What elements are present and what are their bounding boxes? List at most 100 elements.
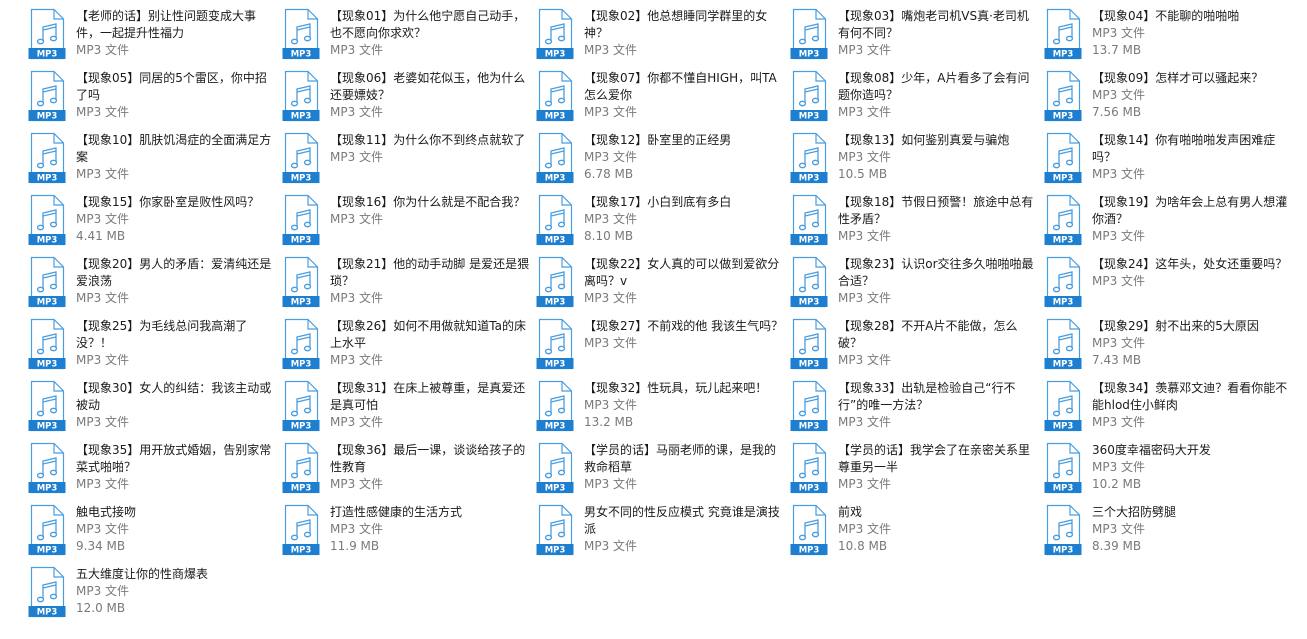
mp3-file-icon: MP3 bbox=[28, 256, 66, 308]
file-item[interactable]: MP3 【现象36】最后一课，谈谈给孩子的性教育 MP3 文件 bbox=[282, 442, 532, 502]
file-item[interactable]: MP3 【现象31】在床上被尊重，是真爱还是真可怕 MP3 文件 bbox=[282, 380, 532, 440]
file-item[interactable]: MP3 五大维度让你的性商爆表 MP3 文件 12.0 MB bbox=[28, 566, 278, 626]
file-item[interactable]: MP3 【老师的话】别让性问题变成大事件，一起提升性福力 MP3 文件 bbox=[28, 8, 278, 68]
file-item[interactable]: MP3 【现象24】这年头，处女还重要吗？ MP3 文件 bbox=[1044, 256, 1294, 316]
file-item[interactable]: MP3 【现象30】女人的纠结：我该主动或被动 MP3 文件 bbox=[28, 380, 278, 440]
file-name: 【现象27】不前戏的他 我该生气吗？ bbox=[584, 319, 784, 333]
file-name: 【现象33】出轨是检验自己“行不行”的唯一方法？ bbox=[838, 381, 1016, 412]
file-type: MP3 文件 bbox=[1092, 229, 1146, 243]
file-item[interactable]: MP3 【现象27】不前戏的他 我该生气吗？ MP3 文件 bbox=[536, 318, 786, 378]
file-type: MP3 文件 bbox=[584, 398, 638, 412]
file-item[interactable]: MP3 360度幸福密码大开发 MP3 文件 10.2 MB bbox=[1044, 442, 1294, 502]
file-item[interactable]: MP3 【现象26】如何不用做就知道Ta的床上水平 MP3 文件 bbox=[282, 318, 532, 378]
file-item[interactable]: MP3 男女不同的性反应模式 究竟谁是演技派 MP3 文件 bbox=[536, 504, 786, 564]
file-meta: 【现象24】这年头，处女还重要吗？ MP3 文件 bbox=[1092, 256, 1292, 290]
mp3-file-icon: MP3 bbox=[282, 504, 320, 556]
file-name: 【现象11】为什么你不到终点就软了 bbox=[330, 133, 526, 147]
file-item[interactable]: MP3 【现象22】女人真的可以做到爱欲分离吗？v MP3 文件 bbox=[536, 256, 786, 316]
file-size: 10.8 MB bbox=[838, 539, 888, 553]
mp3-badge-label: MP3 bbox=[799, 236, 820, 246]
file-item[interactable]: MP3 【现象19】为啥年会上总有男人想灌你酒？ MP3 文件 bbox=[1044, 194, 1294, 254]
file-item[interactable]: MP3 【现象09】怎样才可以骚起来？ MP3 文件 7.56 MB bbox=[1044, 70, 1294, 130]
file-item[interactable]: MP3 【现象28】不开A片不能做，怎么破？ MP3 文件 bbox=[790, 318, 1040, 378]
file-item[interactable]: MP3 【现象14】你有啪啪啪发声困难症吗？ MP3 文件 bbox=[1044, 132, 1294, 192]
file-item[interactable]: MP3 【现象20】男人的矛盾：爱清纯还是爱浪荡 MP3 文件 bbox=[28, 256, 278, 316]
mp3-badge-label: MP3 bbox=[291, 484, 312, 494]
mp3-badge-label: MP3 bbox=[1053, 546, 1074, 556]
mp3-file-icon: MP3 bbox=[536, 194, 574, 246]
file-item[interactable]: MP3 【现象08】少年，A片看多了会有问题你造吗？ MP3 文件 bbox=[790, 70, 1040, 130]
file-meta: 【现象08】少年，A片看多了会有问题你造吗？ MP3 文件 bbox=[838, 70, 1038, 121]
mp3-badge-label: MP3 bbox=[545, 360, 566, 370]
file-item[interactable]: MP3 【现象17】小白到底有多白 MP3 文件 8.10 MB bbox=[536, 194, 786, 254]
file-type: MP3 文件 bbox=[330, 522, 384, 536]
file-type: MP3 文件 bbox=[76, 353, 130, 367]
file-item[interactable]: MP3 触电式接吻 MP3 文件 9.34 MB bbox=[28, 504, 278, 564]
file-name: 【现象22】女人真的可以做到爱欲分离吗？v bbox=[584, 257, 780, 288]
file-item[interactable]: MP3 【现象25】为毛线总问我高潮了没？！ MP3 文件 bbox=[28, 318, 278, 378]
file-item[interactable]: MP3 【学员的话】我学会了在亲密关系里尊重另一半 MP3 文件 bbox=[790, 442, 1040, 502]
file-item[interactable]: MP3 【现象29】射不出来的5大原因 MP3 文件 7.43 MB bbox=[1044, 318, 1294, 378]
file-item[interactable]: MP3 打造性感健康的生活方式 MP3 文件 11.9 MB bbox=[282, 504, 532, 564]
file-meta: 【现象07】你都不懂自HIGH，叫TA怎么爱你 MP3 文件 bbox=[584, 70, 784, 121]
file-item[interactable]: MP3 三个大招防劈腿 MP3 文件 8.39 MB bbox=[1044, 504, 1294, 564]
file-item[interactable]: MP3 【现象03】嘴炮老司机VS真·老司机有何不同？ MP3 文件 bbox=[790, 8, 1040, 68]
mp3-badge-label: MP3 bbox=[799, 174, 820, 184]
file-item[interactable]: MP3 【现象07】你都不懂自HIGH，叫TA怎么爱你 MP3 文件 bbox=[536, 70, 786, 130]
mp3-file-icon: MP3 bbox=[28, 194, 66, 246]
mp3-file-icon: MP3 bbox=[1044, 442, 1082, 494]
file-item[interactable]: MP3 【现象34】羡慕邓文迪？看看你能不能hlod住小鲜肉 MP3 文件 bbox=[1044, 380, 1294, 440]
file-item[interactable]: MP3 【现象32】性玩具，玩儿起来吧！ MP3 文件 13.2 MB bbox=[536, 380, 786, 440]
file-meta: 【现象23】认识or交往多久啪啪啪最合适？ MP3 文件 bbox=[838, 256, 1038, 307]
file-meta: 打造性感健康的生活方式 MP3 文件 11.9 MB bbox=[330, 504, 530, 555]
file-item[interactable]: MP3 【现象02】他总想睡同学群里的女神？ MP3 文件 bbox=[536, 8, 786, 68]
mp3-file-icon: MP3 bbox=[1044, 70, 1082, 122]
file-size: 8.39 MB bbox=[1092, 539, 1142, 553]
file-item[interactable]: MP3 【现象11】为什么你不到终点就软了 MP3 文件 bbox=[282, 132, 532, 192]
mp3-badge-label: MP3 bbox=[291, 112, 312, 122]
file-size: 8.10 MB bbox=[584, 229, 634, 243]
file-type: MP3 文件 bbox=[584, 212, 638, 226]
mp3-badge-label: MP3 bbox=[37, 50, 58, 60]
mp3-badge-label: MP3 bbox=[799, 422, 820, 432]
mp3-badge-label: MP3 bbox=[1053, 236, 1074, 246]
file-grid: MP3 【老师的话】别让性问题变成大事件，一起提升性福力 MP3 文件 MP3 【现象0… bbox=[0, 0, 1307, 639]
file-size: 9.34 MB bbox=[76, 539, 126, 553]
file-item[interactable]: MP3 【现象13】如何鉴别真爱与骗炮 MP3 文件 10.5 MB bbox=[790, 132, 1040, 192]
file-item[interactable]: MP3 【现象15】你家卧室是败性风吗？ MP3 文件 4.41 MB bbox=[28, 194, 278, 254]
file-name: 五大维度让你的性商爆表 bbox=[76, 567, 209, 581]
file-item[interactable]: MP3 【现象21】他的动手动脚 是爱还是猥琐？ MP3 文件 bbox=[282, 256, 532, 316]
file-type: MP3 文件 bbox=[76, 584, 130, 598]
file-type: MP3 文件 bbox=[1092, 415, 1146, 429]
file-size: 11.9 MB bbox=[330, 539, 380, 553]
file-item[interactable]: MP3 【现象18】节假日预警！旅途中总有性矛盾？ MP3 文件 bbox=[790, 194, 1040, 254]
mp3-badge-label: MP3 bbox=[291, 298, 312, 308]
file-item[interactable]: MP3 【现象12】卧室里的正经男 MP3 文件 6.78 MB bbox=[536, 132, 786, 192]
file-item[interactable]: MP3 【学员的话】马丽老师的课，是我的救命稻草 MP3 文件 bbox=[536, 442, 786, 502]
file-item[interactable]: MP3 【现象33】出轨是检验自己“行不行”的唯一方法？ MP3 文件 bbox=[790, 380, 1040, 440]
file-item[interactable]: MP3 【现象05】同居的5个雷区，你中招了吗 MP3 文件 bbox=[28, 70, 278, 130]
mp3-file-icon: MP3 bbox=[536, 442, 574, 494]
mp3-badge-label: MP3 bbox=[545, 298, 566, 308]
file-item[interactable]: MP3 【现象10】肌肤饥渴症的全面满足方案 MP3 文件 bbox=[28, 132, 278, 192]
file-item[interactable]: MP3 【现象01】为什么他宁愿自己动手，也不愿向你求欢？ MP3 文件 bbox=[282, 8, 532, 68]
file-name: 【现象17】小白到底有多白 bbox=[584, 195, 732, 209]
file-item[interactable]: MP3 【现象06】老婆如花似玉，他为什么还要嫖妓？ MP3 文件 bbox=[282, 70, 532, 130]
mp3-file-icon: MP3 bbox=[28, 318, 66, 370]
file-item[interactable]: MP3 【现象35】用开放式婚姻，告别家常菜式啪啪？ MP3 文件 bbox=[28, 442, 278, 502]
file-item[interactable]: MP3 前戏 MP3 文件 10.8 MB bbox=[790, 504, 1040, 564]
file-type: MP3 文件 bbox=[1092, 522, 1146, 536]
mp3-badge-label: MP3 bbox=[291, 360, 312, 370]
file-meta: 【现象30】女人的纠结：我该主动或被动 MP3 文件 bbox=[76, 380, 276, 431]
file-name: 【现象26】如何不用做就知道Ta的床上水平 bbox=[330, 319, 526, 350]
file-type: MP3 文件 bbox=[76, 105, 130, 119]
mp3-badge-label: MP3 bbox=[37, 360, 58, 370]
file-item[interactable]: MP3 【现象23】认识or交往多久啪啪啪最合适？ MP3 文件 bbox=[790, 256, 1040, 316]
file-item[interactable]: MP3 【现象16】你为什么就是不配合我？ MP3 文件 bbox=[282, 194, 532, 254]
file-meta: 【现象16】你为什么就是不配合我？ MP3 文件 bbox=[330, 194, 530, 228]
file-meta: 【现象29】射不出来的5大原因 MP3 文件 7.43 MB bbox=[1092, 318, 1292, 369]
file-name: 【现象18】节假日预警！旅途中总有性矛盾？ bbox=[838, 195, 1034, 226]
mp3-file-icon: MP3 bbox=[1044, 256, 1082, 308]
file-type: MP3 文件 bbox=[1092, 274, 1146, 288]
file-item[interactable]: MP3 【现象04】不能聊的啪啪啪 MP3 文件 13.7 MB bbox=[1044, 8, 1294, 68]
